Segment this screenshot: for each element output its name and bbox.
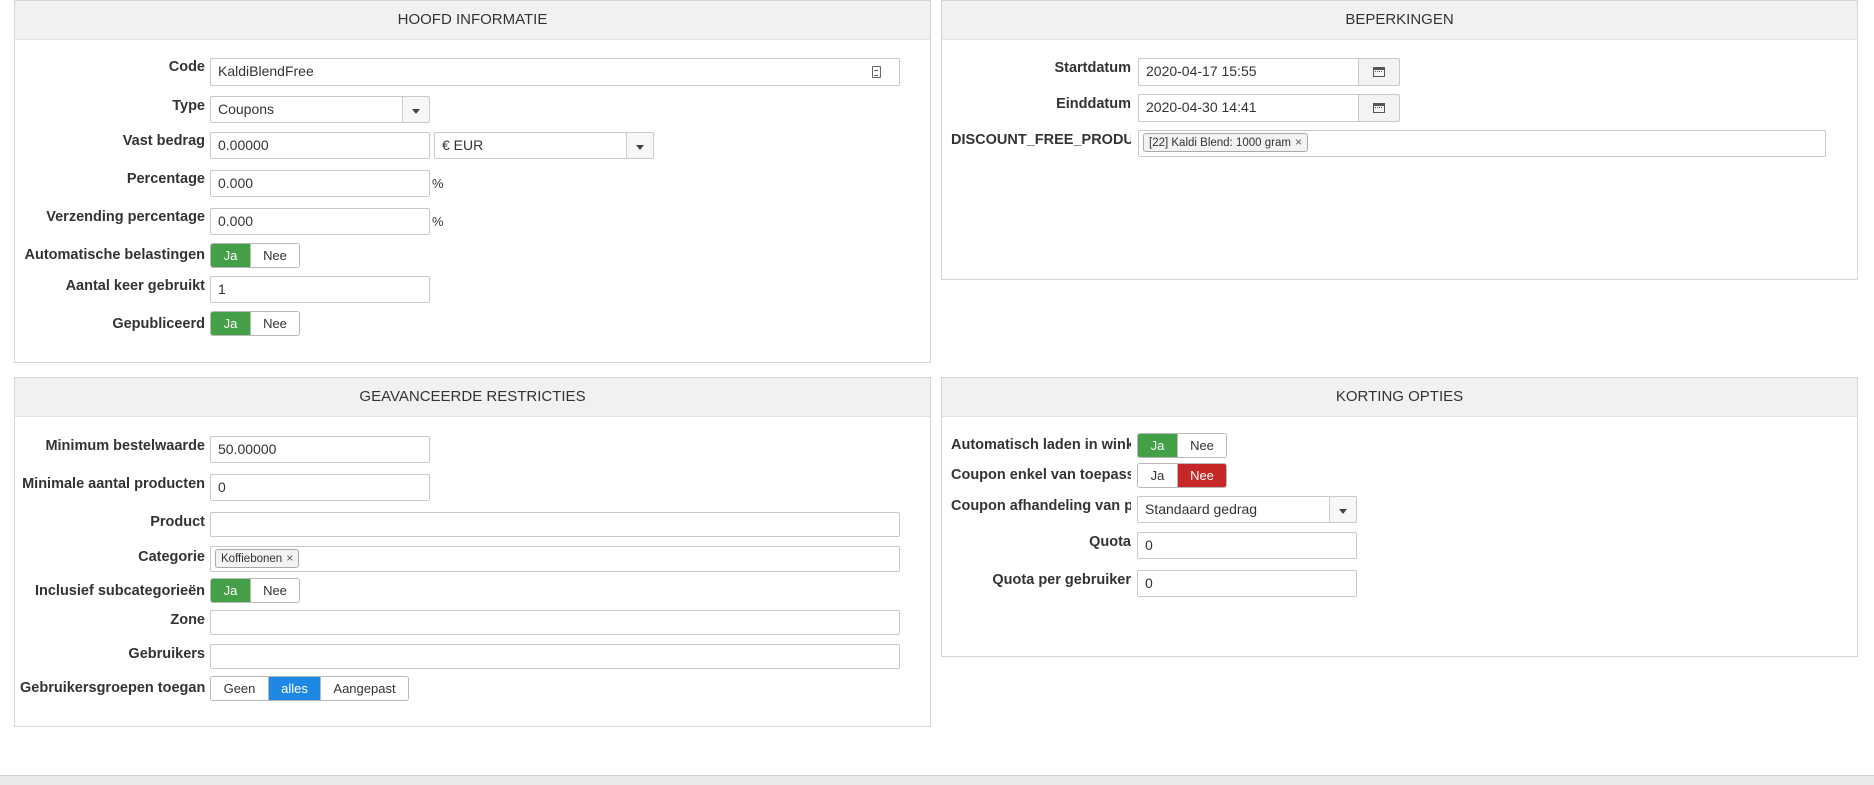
calendar-button-end[interactable] <box>1358 94 1400 122</box>
auto-load-nee[interactable]: Nee <box>1177 434 1226 457</box>
calendar-icon <box>1373 103 1385 113</box>
quota-user-value: 0 <box>1145 575 1153 591</box>
handling-select[interactable]: Standaard gedrag <box>1137 496 1357 523</box>
auto-tax-toggle[interactable]: Ja Nee <box>210 243 300 268</box>
free-product-label: DISCOUNT_FREE_PRODU... <box>951 132 1131 148</box>
handling-label: Coupon afhandeling van p... <box>951 498 1131 514</box>
handling-value: Standaard gedrag <box>1145 501 1258 517</box>
auto-load-label: Automatisch laden in wink... <box>951 437 1131 453</box>
coupon-only-toggle[interactable]: Ja Nee <box>1137 463 1227 488</box>
currency-value: € EUR <box>442 137 484 153</box>
vast-bedrag-label: Vast bedrag <box>122 133 205 149</box>
coupon-only-label: Coupon enkel van toepass... <box>951 467 1131 483</box>
coupon-only-ja[interactable]: Ja <box>1138 464 1177 487</box>
chevron-down-icon[interactable] <box>1329 497 1356 522</box>
quota-label: Quota <box>1089 534 1131 550</box>
min-bestelwaarde-label: Minimum bestelwaarde <box>45 438 205 454</box>
min-products-label: Minimale aantal producten <box>22 476 205 492</box>
verzending-value: 0.000 <box>218 213 254 229</box>
min-products-input[interactable]: 0 <box>210 474 430 501</box>
published-toggle[interactable]: Ja Nee <box>210 311 300 336</box>
product-label: Product <box>150 514 205 530</box>
auto-load-toggle[interactable]: Ja Nee <box>1137 433 1227 458</box>
code-value: KaldiBlendFree <box>218 63 314 79</box>
percentage-input[interactable]: 0.000 <box>210 170 430 197</box>
verzending-suffix: % <box>432 214 444 229</box>
panel-title: BEPERKINGEN <box>942 1 1857 40</box>
coupon-only-nee[interactable]: Nee <box>1177 464 1226 487</box>
einddatum-value: 2020-04-30 14:41 <box>1146 99 1257 115</box>
type-select[interactable]: Coupons <box>210 96 430 123</box>
remove-tag-icon[interactable]: × <box>1295 135 1302 149</box>
groups-option-aangepast[interactable]: Aangepast <box>320 677 408 700</box>
min-products-value: 0 <box>218 479 226 495</box>
currency-select[interactable]: € EUR <box>434 132 654 159</box>
auto-tax-ja[interactable]: Ja <box>211 244 250 267</box>
auto-tax-label: Automatische belastingen <box>24 247 205 263</box>
published-nee[interactable]: Nee <box>250 312 299 335</box>
vast-bedrag-value: 0.00000 <box>218 137 269 153</box>
vast-bedrag-input[interactable]: 0.00000 <box>210 132 430 159</box>
startdatum-input[interactable]: 2020-04-17 15:55 <box>1138 58 1360 86</box>
min-bestelwaarde-input[interactable]: 50.00000 <box>210 436 430 463</box>
free-product-tag: [22] Kaldi Blend: 1000 gram × <box>1143 133 1308 152</box>
remove-tag-icon[interactable]: × <box>286 551 293 565</box>
aantal-input[interactable]: 1 <box>210 276 430 303</box>
type-value: Coupons <box>218 101 275 117</box>
published-ja[interactable]: Ja <box>211 312 250 335</box>
quota-value: 0 <box>1145 537 1153 553</box>
quota-input[interactable]: 0 <box>1137 532 1357 559</box>
verzending-input[interactable]: 0.000 <box>210 208 430 235</box>
calendar-button-start[interactable] <box>1358 58 1400 86</box>
auto-tax-nee[interactable]: Nee <box>250 244 299 267</box>
startdatum-label: Startdatum <box>1054 60 1131 76</box>
type-label: Type <box>172 98 205 114</box>
quota-user-input[interactable]: 0 <box>1137 570 1357 597</box>
document-icon[interactable] <box>872 66 881 78</box>
panel-title: GEAVANCEERDE RESTRICTIES <box>15 378 930 417</box>
startdatum-value: 2020-04-17 15:55 <box>1146 63 1257 79</box>
chevron-down-icon[interactable] <box>402 97 429 122</box>
groups-toggle[interactable]: Geen alles Aangepast <box>210 676 409 701</box>
categorie-tag: Koffiebonen × <box>215 549 300 568</box>
zone-input[interactable] <box>210 610 900 635</box>
groups-option-alles[interactable]: alles <box>268 677 320 700</box>
panel-title: HOOFD INFORMATIE <box>15 1 930 40</box>
published-label: Gepubliceerd <box>112 316 205 332</box>
code-input[interactable]: KaldiBlendFree <box>210 58 900 86</box>
gebruikers-input[interactable] <box>210 644 900 669</box>
aantal-label: Aantal keer gebruikt <box>65 278 205 294</box>
subcat-label: Inclusief subcategorieën <box>34 583 205 599</box>
groups-option-geen[interactable]: Geen <box>211 677 268 700</box>
aantal-value: 1 <box>218 281 226 297</box>
min-bestelwaarde-value: 50.00000 <box>218 441 277 457</box>
chevron-down-icon[interactable] <box>626 133 653 158</box>
categorie-input[interactable] <box>210 546 900 572</box>
panel-title: KORTING OPTIES <box>942 378 1857 417</box>
panel-korting-opties: KORTING OPTIES <box>941 377 1858 657</box>
calendar-icon <box>1373 67 1385 77</box>
subcat-ja[interactable]: Ja <box>211 579 250 602</box>
auto-load-ja[interactable]: Ja <box>1138 434 1177 457</box>
zone-label: Zone <box>170 612 205 628</box>
percentage-value: 0.000 <box>218 175 254 191</box>
verzending-label: Verzending percentage <box>46 209 205 225</box>
einddatum-label: Einddatum <box>1056 96 1131 112</box>
percentage-suffix: % <box>432 176 444 191</box>
subcat-nee[interactable]: Nee <box>250 579 299 602</box>
subcat-toggle[interactable]: Ja Nee <box>210 578 300 603</box>
groups-label: Gebruikersgroepen toegang <box>20 680 205 696</box>
categorie-label: Categorie <box>138 549 205 565</box>
quota-user-label: Quota per gebruiker <box>992 572 1131 588</box>
percentage-label: Percentage <box>126 171 205 187</box>
product-input[interactable] <box>210 512 900 537</box>
einddatum-input[interactable]: 2020-04-30 14:41 <box>1138 94 1360 122</box>
gebruikers-label: Gebruikers <box>128 646 205 662</box>
code-label: Code <box>168 59 205 75</box>
